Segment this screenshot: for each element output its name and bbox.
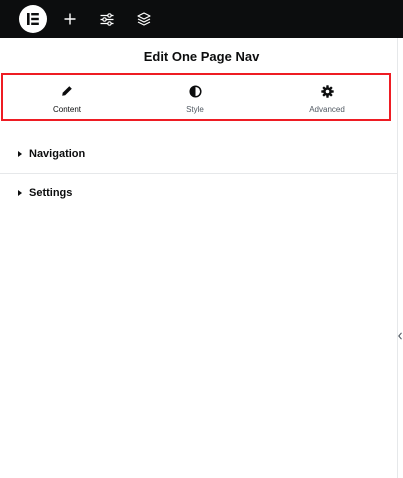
tab-content[interactable]: Content (12, 84, 122, 118)
tab-content-label: Content (52, 105, 82, 114)
section-settings[interactable]: Settings (0, 174, 397, 212)
sliders-icon[interactable] (98, 10, 116, 28)
tab-advanced[interactable]: Advanced (272, 84, 382, 118)
section-navigation[interactable]: Navigation (0, 135, 397, 173)
elementor-logo-icon[interactable] (19, 5, 47, 33)
panel-edge (397, 38, 398, 478)
pencil-icon (60, 84, 74, 98)
collapse-panel-handle[interactable] (398, 330, 403, 342)
tab-style-label: Style (186, 105, 204, 114)
chevron-left-icon (398, 332, 402, 340)
gear-icon (320, 84, 334, 98)
top-bar (0, 0, 403, 38)
section-settings-label: Settings (29, 187, 73, 199)
tab-style[interactable]: Style (140, 84, 250, 118)
layers-icon[interactable] (135, 10, 153, 28)
tab-advanced-label: Advanced (309, 105, 345, 114)
section-navigation-label: Navigation (29, 148, 86, 160)
plus-icon[interactable] (61, 10, 79, 28)
half-circle-icon (188, 84, 202, 98)
caret-right-icon (18, 151, 22, 157)
panel-title: Edit One Page Nav (143, 48, 260, 64)
caret-right-icon (18, 190, 22, 196)
